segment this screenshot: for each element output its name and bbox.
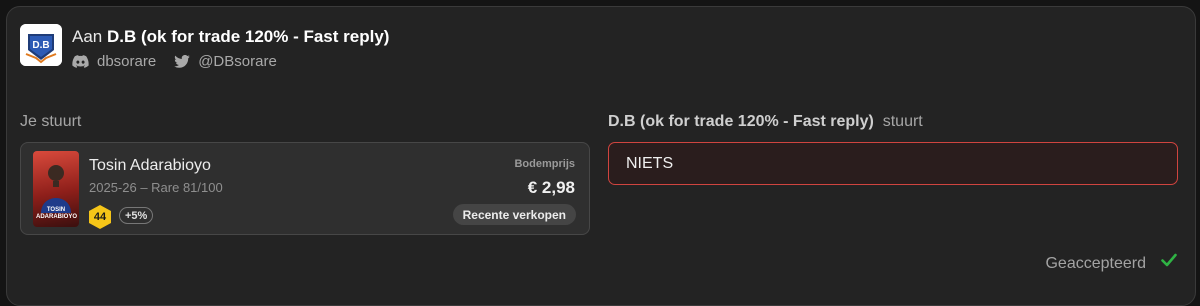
- sends-suffix: stuurt: [882, 113, 923, 130]
- nothing-text: NIETS: [626, 154, 674, 172]
- thumbnail-player-name: TOSIN ADARABIOYO: [36, 207, 78, 220]
- counterparty-name: D.B (ok for trade 120% - Fast reply): [608, 113, 874, 130]
- title-prefix: Aan: [72, 27, 103, 46]
- twitter-icon: [174, 55, 191, 68]
- twitter-handle: @DBsorare: [198, 53, 277, 70]
- user-avatar[interactable]: D.B: [20, 24, 62, 66]
- player-card-thumbnail[interactable]: TOSIN ADARABIOYO: [33, 151, 79, 227]
- status-text: Geaccepteerd: [1045, 255, 1146, 272]
- bonus-badge: +5%: [119, 207, 154, 224]
- floor-price-label: Bodemprijs: [514, 158, 575, 170]
- nothing-box: NIETS: [608, 142, 1178, 185]
- recent-sales-button[interactable]: Recente verkopen: [452, 204, 576, 225]
- discord-link[interactable]: dbsorare: [72, 53, 156, 70]
- recipient-title: Aan D.B (ok for trade 120% - Fast reply): [72, 27, 389, 47]
- db-logo-icon: D.B: [20, 24, 62, 66]
- counterparty-sends-label: D.B (ok for trade 120% - Fast reply) stu…: [608, 113, 923, 131]
- twitter-link[interactable]: @DBsorare: [174, 53, 277, 70]
- discord-icon: [72, 55, 89, 68]
- social-links: dbsorare @DBsorare: [72, 53, 277, 70]
- player-score-badge: 44: [89, 205, 111, 229]
- avatar-text: D.B: [32, 40, 49, 51]
- card-meta: 2025-26 – Rare 81/100: [89, 180, 223, 195]
- recipient-name[interactable]: D.B (ok for trade 120% - Fast reply): [107, 27, 389, 46]
- player-name: Tosin Adarabioyo: [89, 157, 211, 174]
- floor-price-value: € 2,98: [527, 178, 575, 197]
- player-card[interactable]: TOSIN ADARABIOYO Tosin Adarabioyo 2025-2…: [20, 142, 590, 235]
- discord-handle: dbsorare: [97, 53, 157, 70]
- check-icon: [1161, 253, 1177, 267]
- you-send-label: Je stuurt: [20, 113, 82, 130]
